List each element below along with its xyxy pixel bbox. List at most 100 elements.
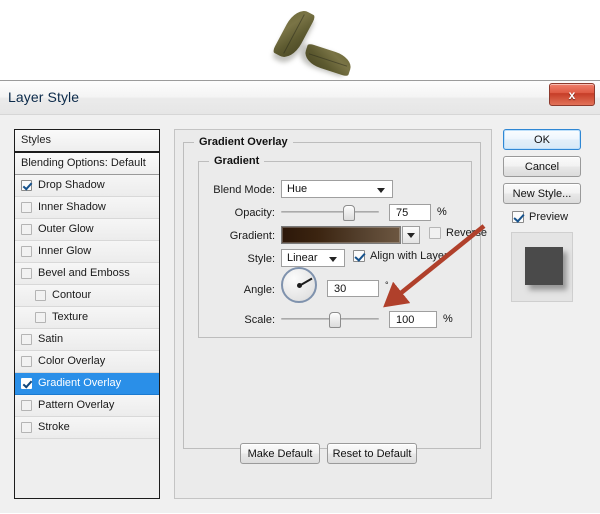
- style-value: Linear: [287, 252, 318, 264]
- dialog-title: Layer Style: [8, 89, 80, 105]
- styles-list[interactable]: Styles Blending Options: Default Drop Sh…: [14, 129, 160, 499]
- angle-value-field[interactable]: 30: [327, 280, 379, 297]
- ok-button[interactable]: OK: [503, 129, 581, 150]
- style-row-label: Satin: [38, 333, 64, 345]
- opacity-slider-track: [281, 211, 379, 213]
- scale-slider[interactable]: [281, 311, 379, 328]
- style-row-checkbox[interactable]: [21, 268, 32, 279]
- dialog-body: Styles Blending Options: Default Drop Sh…: [0, 115, 600, 514]
- style-row-label: Drop Shadow: [38, 179, 105, 191]
- scale-value-field[interactable]: 100: [389, 311, 437, 328]
- opacity-label: Opacity:: [234, 207, 275, 219]
- blend-mode-label: Blend Mode:: [213, 184, 275, 196]
- style-row-bevel-and-emboss[interactable]: Bevel and Emboss: [15, 263, 159, 285]
- style-row-inner-shadow[interactable]: Inner Shadow: [15, 197, 159, 219]
- preview-checkbox-box: [512, 211, 525, 223]
- scale-label: Scale:: [244, 314, 275, 326]
- opacity-value-field[interactable]: 75: [389, 204, 431, 221]
- layer-style-dialog: Layer Style x Styles Blending Options: D…: [0, 80, 600, 513]
- opacity-slider[interactable]: [281, 204, 379, 221]
- style-row-pattern-overlay[interactable]: Pattern Overlay: [15, 395, 159, 417]
- chevron-down-icon: [377, 188, 385, 193]
- style-row-outer-glow[interactable]: Outer Glow: [15, 219, 159, 241]
- style-row-checkbox[interactable]: [21, 422, 32, 433]
- style-row-checkbox[interactable]: [21, 224, 32, 235]
- style-row-stroke[interactable]: Stroke: [15, 417, 159, 439]
- style-row-label: Stroke: [38, 421, 70, 433]
- gradient-overlay-group-title: Gradient Overlay: [194, 136, 293, 148]
- style-row-label: Inner Glow: [38, 245, 92, 257]
- preview-shape: [525, 247, 563, 285]
- style-row-label: Pattern Overlay: [38, 399, 115, 411]
- gradient-swatch[interactable]: [281, 226, 401, 244]
- new-style-button[interactable]: New Style...: [503, 183, 581, 204]
- styles-header-label: Styles: [21, 134, 51, 146]
- reverse-checkbox-box: [429, 227, 441, 239]
- dialog-titlebar[interactable]: Layer Style x: [0, 81, 600, 115]
- style-row-checkbox[interactable]: [21, 356, 32, 367]
- angle-dial-hub: [296, 282, 302, 288]
- styles-list-header: Styles: [15, 130, 159, 153]
- style-row-color-overlay[interactable]: Color Overlay: [15, 351, 159, 373]
- gradient-group-title: Gradient: [209, 155, 265, 167]
- style-row-checkbox[interactable]: [21, 378, 32, 389]
- style-row-checkbox[interactable]: [21, 334, 32, 345]
- style-row-checkbox[interactable]: [35, 312, 46, 323]
- align-with-layer-label: Align with Layer: [370, 250, 448, 262]
- style-row-inner-glow[interactable]: Inner Glow: [15, 241, 159, 263]
- styles-item-container: Drop Shadow Inner Shadow Outer Glow Inner G…: [15, 175, 159, 439]
- style-row-label: Inner Shadow: [38, 201, 106, 213]
- scale-slider-thumb[interactable]: [329, 312, 341, 328]
- style-select[interactable]: Linear: [281, 249, 345, 267]
- preview-label: Preview: [529, 211, 569, 223]
- style-row-contour[interactable]: Contour: [15, 285, 159, 307]
- preview-checkbox[interactable]: Preview: [512, 211, 568, 223]
- scale-value: 100: [396, 313, 415, 326]
- style-label: Style:: [247, 253, 275, 265]
- angle-label: Angle:: [243, 284, 275, 296]
- scale-unit: %: [443, 313, 453, 325]
- style-row-drop-shadow[interactable]: Drop Shadow: [15, 175, 159, 197]
- image-canvas: [0, 0, 600, 80]
- style-row-satin[interactable]: Satin: [15, 329, 159, 351]
- chevron-down-icon: [407, 232, 415, 238]
- angle-value: 30: [334, 282, 347, 295]
- reverse-label: Reverse: [446, 227, 487, 239]
- gradient-overlay-group: Gradient Overlay Gradient Blend Mode: Hu…: [183, 136, 487, 449]
- opacity-unit: %: [437, 206, 447, 218]
- style-row-checkbox[interactable]: [21, 246, 32, 257]
- blend-mode-value: Hue: [287, 183, 308, 195]
- make-default-button[interactable]: Make Default: [240, 443, 320, 464]
- style-row-label: Texture: [52, 311, 89, 323]
- style-row-checkbox[interactable]: [35, 290, 46, 301]
- style-row-label: Bevel and Emboss: [38, 267, 130, 279]
- gradient-group: Gradient Blend Mode: Hue Opacity: 75 % G…: [198, 155, 487, 338]
- angle-dial[interactable]: [281, 267, 317, 303]
- gradient-label: Gradient:: [229, 230, 275, 242]
- close-icon[interactable]: x: [549, 83, 595, 106]
- opacity-slider-thumb[interactable]: [343, 205, 355, 221]
- blending-options-label: Blending Options: Default: [21, 157, 146, 169]
- leaf-object-2: [302, 43, 354, 77]
- style-row-label: Outer Glow: [38, 223, 94, 235]
- cancel-button[interactable]: Cancel: [503, 156, 581, 177]
- style-row-label: Color Overlay: [38, 355, 106, 367]
- blend-mode-select[interactable]: Hue: [281, 180, 393, 198]
- angle-unit: °: [385, 280, 389, 290]
- style-row-texture[interactable]: Texture: [15, 307, 159, 329]
- align-with-layer-checkbox-box: [353, 250, 365, 262]
- opacity-value: 75: [396, 206, 409, 219]
- style-row-gradient-overlay[interactable]: Gradient Overlay: [15, 373, 159, 395]
- style-row-label: Contour: [52, 289, 92, 301]
- style-row-checkbox[interactable]: [21, 400, 32, 411]
- chevron-down-icon: [329, 257, 337, 262]
- blending-options-row[interactable]: Blending Options: Default: [15, 153, 159, 175]
- align-with-layer-checkbox[interactable]: Align with Layer: [353, 250, 448, 262]
- style-row-label: Gradient Overlay: [38, 377, 122, 389]
- gradient-preset-dropdown[interactable]: [402, 226, 420, 244]
- reverse-checkbox[interactable]: Reverse: [429, 227, 487, 239]
- style-row-checkbox[interactable]: [21, 202, 32, 213]
- reset-to-default-button[interactable]: Reset to Default: [327, 443, 417, 464]
- preview-thumbnail: [511, 232, 573, 302]
- style-row-checkbox[interactable]: [21, 180, 32, 191]
